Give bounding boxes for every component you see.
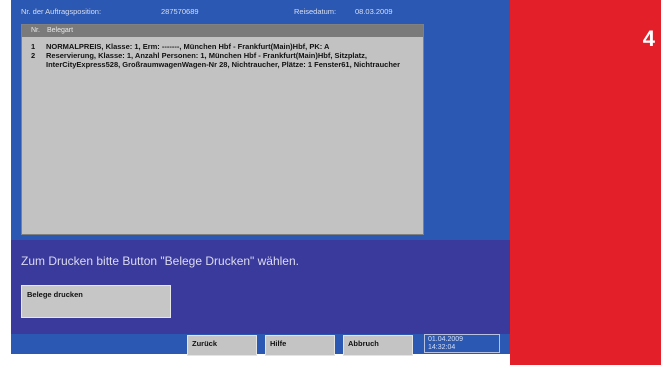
instruction-text: Zum Drucken bitte Button "Belege Drucken… [21, 254, 299, 268]
date-text: 01.04.2009 [428, 336, 464, 343]
step-number: 4 [642, 26, 655, 51]
ticket-machine-screen: Nr. der Auftragsposition: 287570689 Reis… [11, 0, 510, 356]
print-receipts-button[interactable]: Belege drucken [21, 285, 171, 318]
list-item[interactable]: 2 Reservierung, Klasse: 1, Anzahl Person… [22, 51, 423, 69]
receipt-list[interactable]: Nr. Belegart 1 NORMALPREIS, Klasse: 1, E… [21, 24, 424, 235]
header-row: Nr. der Auftragsposition: 287570689 Reis… [11, 7, 510, 19]
column-header-nr: Nr. [31, 27, 40, 34]
column-header-belegart: Belegart [47, 27, 74, 34]
list-item-text: Reservierung, Klasse: 1, Anzahl Personen… [46, 51, 401, 69]
back-button[interactable]: Zurück [187, 335, 257, 356]
list-item-number: 1 [31, 42, 36, 51]
instruction-bar: Zum Drucken bitte Button "Belege Drucken… [11, 240, 510, 334]
list-item-text: NORMALPREIS, Klasse: 1, Erm: -------, Mü… [46, 42, 330, 51]
list-item-number: 2 [31, 51, 36, 60]
list-header: Nr. Belegart [22, 25, 423, 37]
step-panel: 4 [510, 0, 661, 365]
datetime-display: 01.04.2009 14:32:04 [424, 334, 500, 353]
help-button[interactable]: Hilfe [265, 335, 335, 356]
list-item[interactable]: 1 NORMALPREIS, Klasse: 1, Erm: -------, … [22, 42, 423, 51]
time-text: 14:32:04 [428, 344, 456, 351]
cancel-button[interactable]: Abbruch [343, 335, 413, 356]
order-position-value: 287570689 [161, 7, 199, 16]
travel-date-value: 08.03.2009 [355, 7, 393, 16]
travel-date-label: Reisedatum: [294, 7, 337, 16]
order-position-label: Nr. der Auftragsposition: [21, 7, 102, 16]
list-body: 1 NORMALPREIS, Klasse: 1, Erm: -------, … [22, 42, 423, 69]
